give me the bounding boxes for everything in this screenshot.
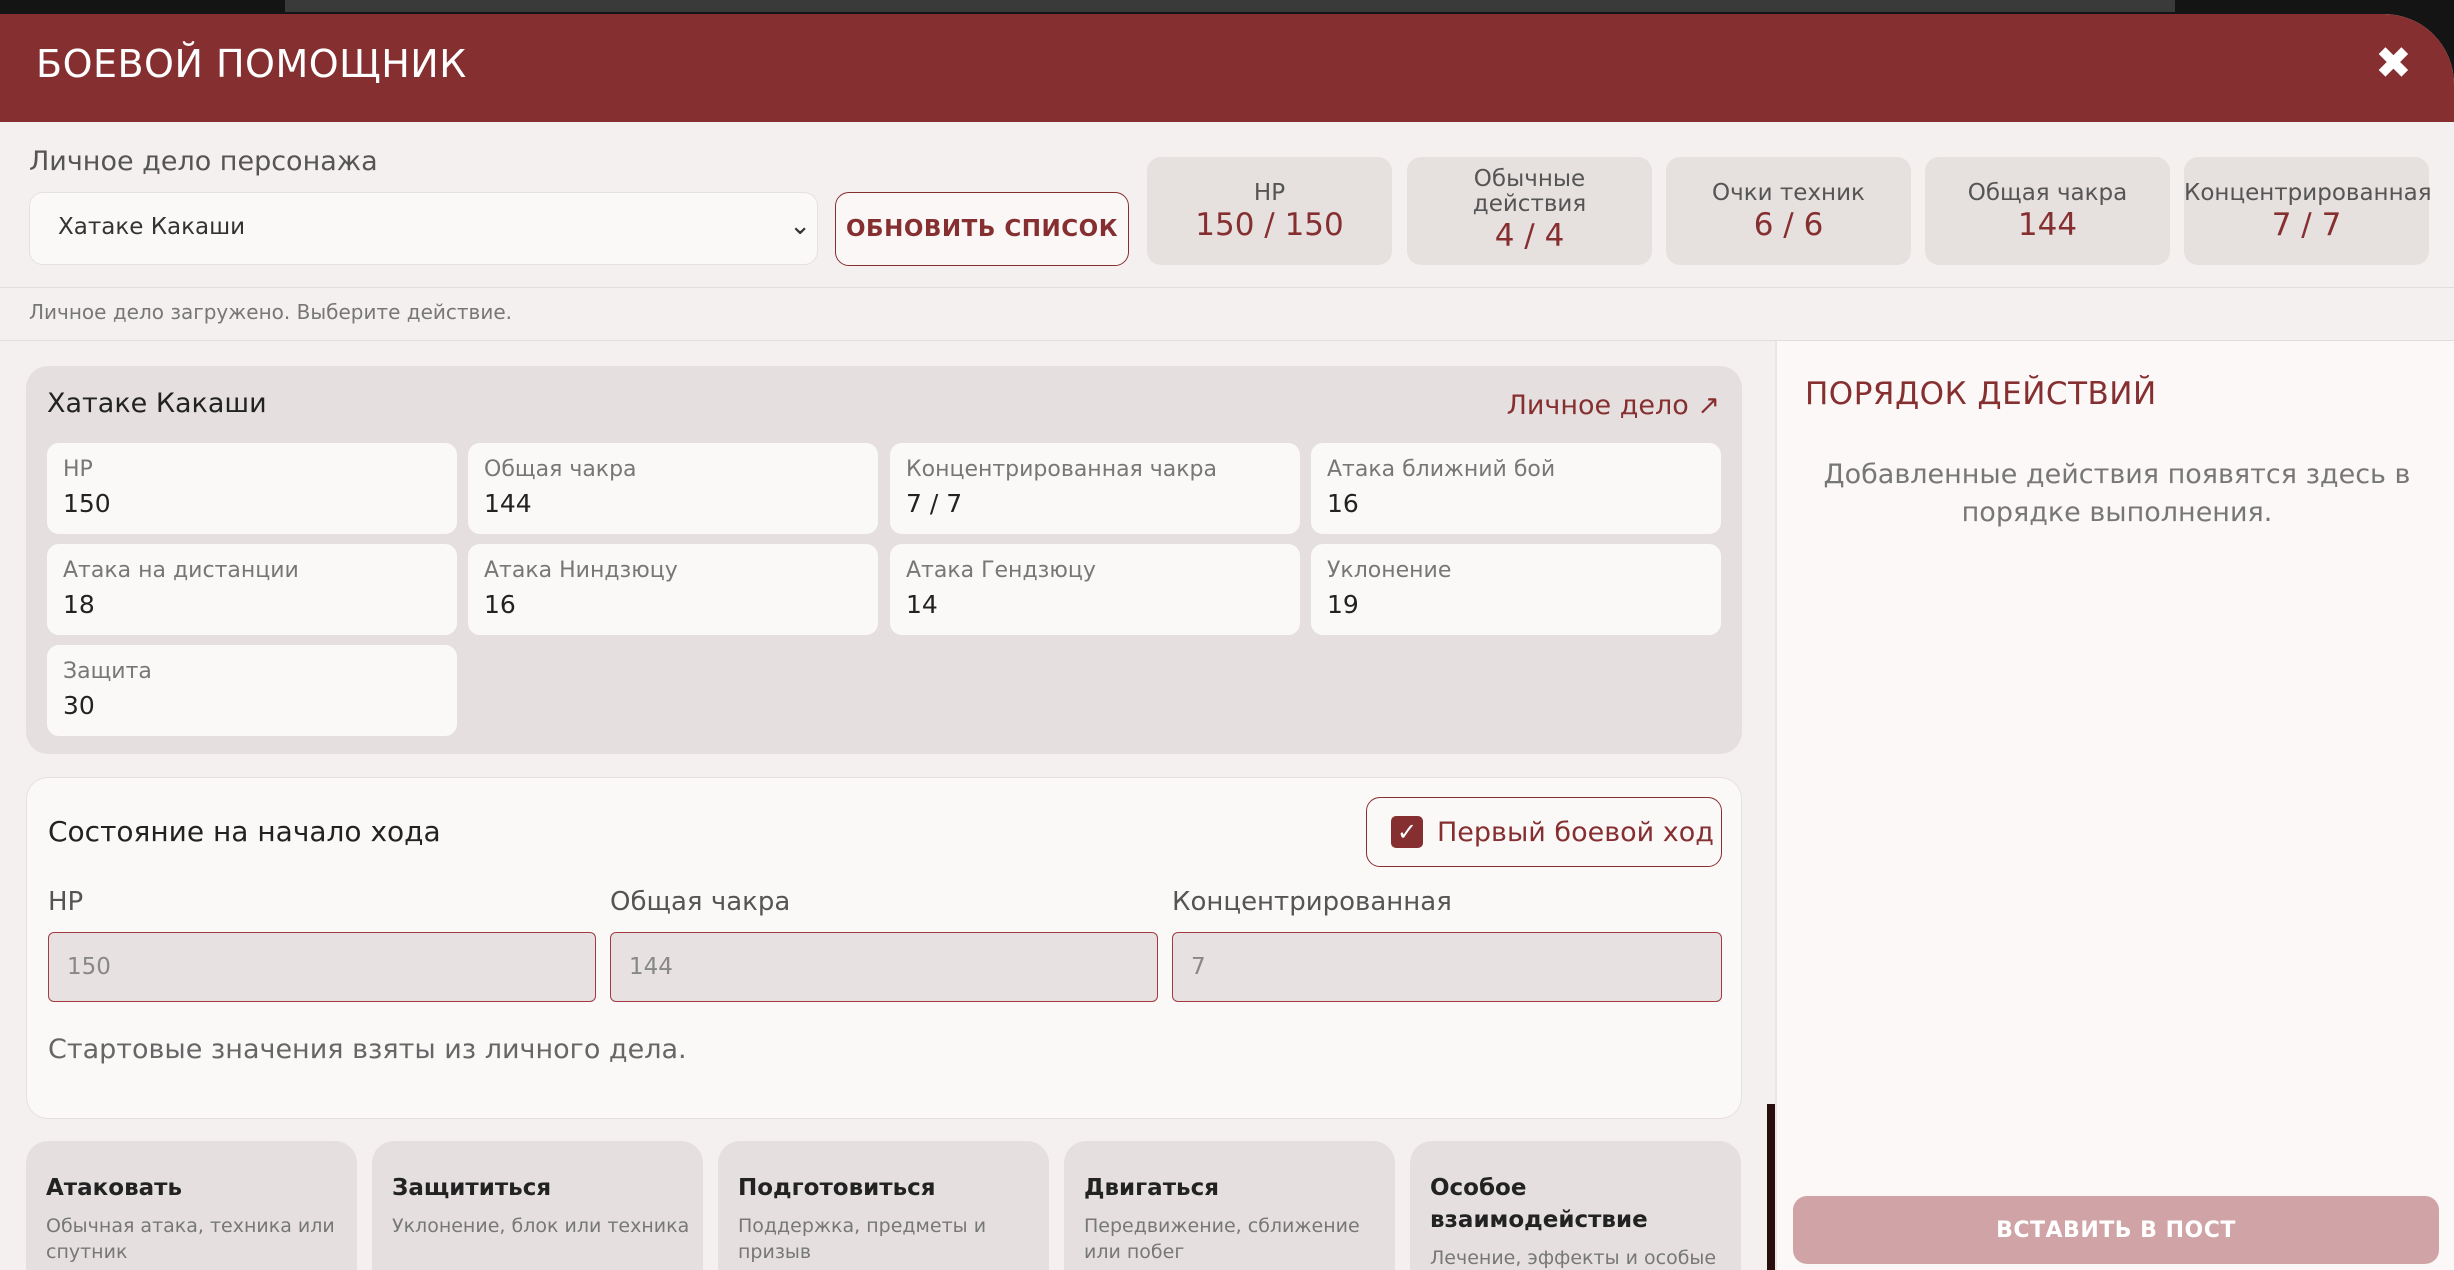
input-label-concentrated: Концентрированная: [1172, 887, 1452, 917]
stat-value: 144: [2017, 207, 2078, 243]
turn-start-state: Состояние на начало хода ✓ Первый боевой…: [26, 777, 1742, 1119]
concentrated-input[interactable]: 7: [1172, 932, 1722, 1002]
hp-input[interactable]: 150: [48, 932, 596, 1002]
action-move[interactable]: Двигаться Передвижение, сближение или по…: [1064, 1141, 1395, 1270]
field-label: Атака на дистанции: [63, 558, 299, 583]
checkmark-icon: ✓: [1391, 816, 1423, 848]
profile-link[interactable]: Личное дело ↗: [1507, 390, 1720, 421]
field-value: 144: [484, 489, 532, 518]
action-name: Подготовиться: [738, 1175, 936, 1201]
field-ranged-attack: Атака на дистанции 18: [47, 544, 457, 635]
field-label: Атака Гендзюцу: [906, 558, 1096, 583]
backdrop: [285, 0, 2175, 12]
field-value: 18: [63, 590, 95, 619]
field-label: HP: [63, 457, 93, 482]
action-order-panel: ПОРЯДОК ДЕЙСТВИЙ Добавленные действия по…: [1775, 341, 2454, 1270]
first-turn-checkbox[interactable]: ✓ Первый боевой ход: [1366, 797, 1722, 867]
field-label: Атака Ниндзюцу: [484, 558, 678, 583]
action-desc: Обычная атака, техника или спутник: [46, 1215, 335, 1263]
action-name: Особое взаимодействие: [1430, 1175, 1648, 1233]
chakra-input[interactable]: 144: [610, 932, 1158, 1002]
field-value: 16: [1327, 489, 1359, 518]
field-label: Концентрированная чакра: [906, 457, 1217, 482]
action-desc: Лечение, эффекты и особые ходы: [1430, 1247, 1717, 1269]
stat-label: Обычные действия: [1472, 166, 1587, 217]
stat-concentrated: Концентрированная 7 / 7: [2184, 157, 2432, 265]
turn-note: Стартовые значения взяты из личного дела…: [48, 1034, 687, 1065]
stat-value: 6 / 6: [1753, 207, 1824, 243]
scrollbar-edge: [1767, 1104, 1775, 1270]
insert-into-post-button[interactable]: ВСТАВИТЬ В ПОСТ: [1793, 1196, 2439, 1264]
hp-input-placeholder: 150: [67, 954, 111, 980]
stat-value: 4 / 4: [1494, 218, 1565, 254]
field-value: 16: [484, 590, 516, 619]
action-order-title: ПОРЯДОК ДЕЙСТВИЙ: [1805, 376, 2157, 412]
action-defend[interactable]: Защититься Уклонение, блок или техника: [372, 1141, 703, 1270]
field-genjutsu-attack: Атака Гендзюцу 14: [890, 544, 1300, 635]
stat-label: HP: [1253, 180, 1286, 206]
field-value: 14: [906, 590, 938, 619]
field-label: Защита: [63, 659, 152, 684]
close-icon[interactable]: ✖: [2375, 42, 2412, 86]
profile-select[interactable]: Хатаке Какаши ⌄: [29, 192, 818, 265]
field-label: Атака ближний бой: [1327, 457, 1556, 482]
stat-actions: Обычные действия 4 / 4: [1407, 157, 1652, 265]
field-value: 30: [63, 691, 95, 720]
field-defense: Защита 30: [47, 645, 457, 736]
action-name: Защититься: [392, 1175, 552, 1201]
action-desc: Передвижение, сближение или побег: [1084, 1215, 1360, 1263]
input-label-chakra: Общая чакра: [610, 887, 791, 917]
modal-title: БОЕВОЙ ПОМОЩНИК: [36, 42, 467, 86]
profile-select-value: Хатаке Какаши: [58, 214, 246, 240]
refresh-list-button[interactable]: ОБНОВИТЬ СПИСОК: [835, 192, 1129, 266]
battle-helper-modal: БОЕВОЙ ПОМОЩНИК ✖ Личное дело персонажа …: [0, 14, 2454, 1270]
action-name: Двигаться: [1084, 1175, 1219, 1201]
stat-chakra: Общая чакра 144: [1925, 157, 2170, 265]
field-value: 19: [1327, 590, 1359, 619]
modal-header: БОЕВОЙ ПОМОЩНИК ✖: [0, 14, 2454, 122]
field-ninjutsu-attack: Атака Ниндзюцу 16: [468, 544, 878, 635]
divider: [0, 287, 2454, 288]
turn-title: Состояние на начало хода: [48, 815, 441, 848]
field-melee-attack: Атака ближний бой 16: [1311, 443, 1721, 534]
action-desc: Поддержка, предметы и призыв: [738, 1215, 987, 1263]
action-name: Атаковать: [46, 1175, 183, 1201]
stat-hp: HP 150 / 150: [1147, 157, 1392, 265]
field-chakra: Общая чакра 144: [468, 443, 878, 534]
input-label-hp: HP: [48, 887, 84, 917]
action-prepare[interactable]: Подготовиться Поддержка, предметы и приз…: [718, 1141, 1049, 1270]
stat-technique-points: Очки техник 6 / 6: [1666, 157, 1911, 265]
field-value: 7 / 7: [906, 489, 963, 518]
field-hp: HP 150: [47, 443, 457, 534]
first-turn-label: Первый боевой ход: [1437, 816, 1714, 848]
stat-label: Концентрированная: [2184, 180, 2432, 206]
chevron-down-icon: ⌄: [789, 211, 811, 241]
status-message: Личное дело загружено. Выберите действие…: [29, 300, 512, 324]
field-evasion: Уклонение 19: [1311, 544, 1721, 635]
action-attack[interactable]: Атаковать Обычная атака, техника или спу…: [26, 1141, 357, 1270]
profile-select-label: Личное дело персонажа: [29, 146, 378, 177]
profile-name: Хатаке Какаши: [47, 388, 267, 419]
concentrated-input-placeholder: 7: [1191, 954, 1206, 980]
stat-value: 150 / 150: [1195, 207, 1344, 243]
field-label: Общая чакра: [484, 457, 637, 482]
action-desc: Уклонение, блок или техника: [392, 1215, 690, 1237]
profile-card: Хатаке Какаши Личное дело ↗ HP 150 Общая…: [26, 366, 1742, 754]
field-label: Уклонение: [1327, 558, 1452, 583]
field-concentrated-chakra: Концентрированная чакра 7 / 7: [890, 443, 1300, 534]
field-value: 150: [63, 489, 111, 518]
stat-label: Общая чакра: [1967, 180, 2128, 206]
stat-label: Очки техник: [1712, 180, 1865, 206]
chakra-input-placeholder: 144: [629, 954, 673, 980]
stat-value: 7 / 7: [2271, 207, 2342, 243]
action-special[interactable]: Особое взаимодействие Лечение, эффекты и…: [1410, 1141, 1741, 1270]
action-order-empty: Добавленные действия появятся здесь в по…: [1823, 459, 2411, 528]
